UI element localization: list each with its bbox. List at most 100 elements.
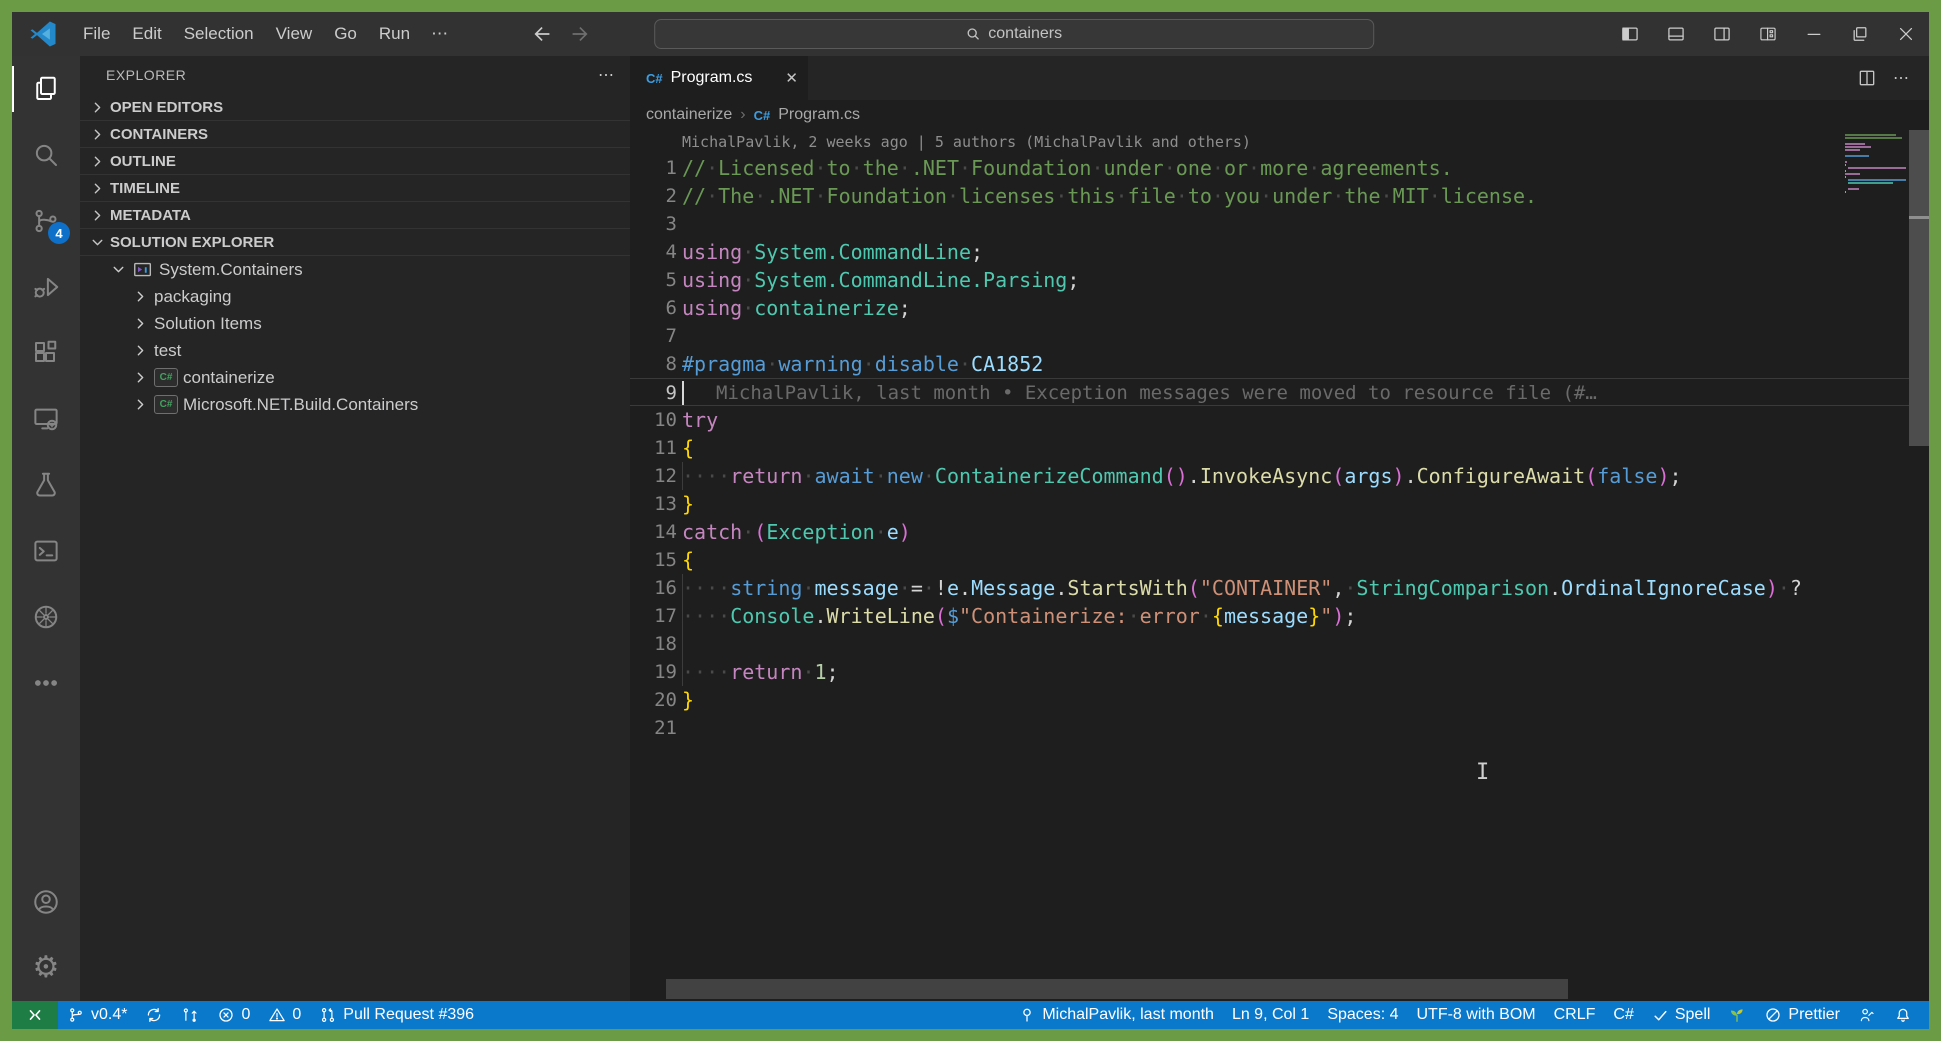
remote-indicator[interactable] <box>12 1001 58 1029</box>
breadcrumb-folder[interactable]: containerize <box>646 106 732 124</box>
branch-status[interactable]: v0.4* <box>58 1001 136 1029</box>
vertical-scrollbar-thumb[interactable] <box>1909 130 1929 446</box>
blame-status[interactable]: MichalPavlik, last month <box>1009 1001 1223 1029</box>
code-line[interactable]: 17····Console.WriteLine($"Containerize:·… <box>630 602 1929 630</box>
activity-testing-button[interactable] <box>12 452 80 518</box>
codelens-authors[interactable]: MichalPavlik, 2 weeks ago | 5 authors (M… <box>630 130 1929 154</box>
code-line[interactable]: 9MichalPavlik, last month • Exception me… <box>630 378 1929 406</box>
breadcrumb[interactable]: containerize › C# Program.cs <box>630 100 1929 130</box>
menu-item-run[interactable]: Run <box>368 20 421 48</box>
tree-item-solution-items[interactable]: Solution Items <box>80 310 630 337</box>
code-line[interactable]: 15{ <box>630 546 1929 574</box>
back-button[interactable] <box>532 23 554 45</box>
tree-item-containerize[interactable]: C#containerize <box>80 364 630 391</box>
solution-explorer-tree: System.ContainerspackagingSolution Items… <box>80 256 630 418</box>
layout-sidebar-left-icon[interactable] <box>1607 12 1653 56</box>
csharp-project-icon: C# <box>154 395 178 414</box>
code-line[interactable]: 8#pragma·warning·disable·CA1852 <box>630 350 1929 378</box>
split-editor-icon[interactable] <box>1857 68 1877 88</box>
activity-settings-button[interactable]: ⚙ <box>12 935 80 1001</box>
tab-program-cs[interactable]: C# Program.cs ✕ <box>630 56 808 100</box>
restore-icon[interactable] <box>1837 12 1883 56</box>
spell-checker[interactable]: Spell <box>1643 1001 1720 1029</box>
code-line[interactable]: 7 <box>630 322 1929 350</box>
section-outline[interactable]: OUTLINE <box>80 148 630 175</box>
horizontal-scrollbar-thumb[interactable] <box>666 979 1568 999</box>
sync-status[interactable] <box>136 1001 172 1029</box>
indentation[interactable]: Spaces: 4 <box>1318 1001 1407 1029</box>
chevron-right-icon <box>132 288 149 305</box>
sidebar-more-button[interactable]: ⋯ <box>598 65 616 85</box>
cursor-position[interactable]: Ln 9, Col 1 <box>1223 1001 1318 1029</box>
code-line[interactable]: 13} <box>630 490 1929 518</box>
errors-status[interactable]: 0 <box>208 1001 259 1029</box>
code-line[interactable]: 12····return·await·new·ContainerizeComma… <box>630 462 1929 490</box>
section-timeline[interactable]: TIMELINE <box>80 175 630 202</box>
tree-item-test[interactable]: test <box>80 337 630 364</box>
prettier-status[interactable]: Prettier <box>1755 1001 1849 1029</box>
activity-accounts-button[interactable] <box>12 869 80 935</box>
code-line[interactable]: 21 <box>630 714 1929 742</box>
menu-item-view[interactable]: View <box>265 20 324 48</box>
code-line[interactable]: 5using·System.CommandLine.Parsing; <box>630 266 1929 294</box>
code-line[interactable]: 1//·Licensed·to·the·.NET·Foundation·unde… <box>630 154 1929 182</box>
code-line[interactable]: 19····return·1; <box>630 658 1929 686</box>
code-line[interactable]: 3 <box>630 210 1929 238</box>
activity-azure-button[interactable] <box>12 584 80 650</box>
encoding[interactable]: UTF-8 with BOM <box>1407 1001 1544 1029</box>
minimize-icon[interactable] <box>1791 12 1837 56</box>
section-open-editors[interactable]: OPEN EDITORS <box>80 94 630 121</box>
feedback[interactable] <box>1849 1001 1885 1029</box>
tab-close-icon[interactable]: ✕ <box>785 69 798 87</box>
code-line[interactable]: 4using·System.CommandLine; <box>630 238 1929 266</box>
tree-item-packaging[interactable]: packaging <box>80 283 630 310</box>
warnings-status[interactable]: 0 <box>259 1001 310 1029</box>
pull-request-status[interactable]: Pull Request #396 <box>310 1001 483 1029</box>
code-editor[interactable]: MichalPavlik, 2 weeks ago | 5 authors (M… <box>630 130 1929 1001</box>
menu-item-edit[interactable]: Edit <box>121 20 172 48</box>
tree-item-system-containers[interactable]: System.Containers <box>80 256 630 283</box>
breadcrumb-file[interactable]: Program.cs <box>778 106 860 124</box>
activity-remote-explorer-button[interactable] <box>12 386 80 452</box>
code-line[interactable]: 11{ <box>630 434 1929 462</box>
activity-explorer-button[interactable] <box>12 56 80 122</box>
code-line[interactable]: 6using·containerize; <box>630 294 1929 322</box>
eol[interactable]: CRLF <box>1545 1001 1605 1029</box>
code-line[interactable]: 10try <box>630 406 1929 434</box>
command-center-search[interactable]: containers <box>654 19 1374 49</box>
menu-item-go[interactable]: Go <box>323 20 368 48</box>
activity-run-debug-button[interactable] <box>12 254 80 320</box>
code-line[interactable]: 2//·The·.NET·Foundation·licenses·this·fi… <box>630 182 1929 210</box>
breadcrumb-separator-icon: › <box>740 106 745 124</box>
activity-search-button[interactable] <box>12 122 80 188</box>
minimap[interactable] <box>1845 134 1907 197</box>
section-containers[interactable]: CONTAINERS <box>80 121 630 148</box>
code-line[interactable]: 18 <box>630 630 1929 658</box>
code-line[interactable]: 14catch·(Exception·e) <box>630 518 1929 546</box>
activity-extensions-button[interactable] <box>12 320 80 386</box>
menu-item-selection[interactable]: Selection <box>173 20 265 48</box>
layout-customize-icon[interactable] <box>1745 12 1791 56</box>
code-line[interactable]: 16····string·message·=·!e.Message.Starts… <box>630 574 1929 602</box>
tree-item-label: containerize <box>183 368 275 388</box>
sprout-status[interactable] <box>1719 1001 1755 1029</box>
activity-source-control-button[interactable]: 4 <box>12 188 80 254</box>
activity-more-button[interactable] <box>12 650 80 716</box>
vertical-scrollbar[interactable] <box>1909 130 1929 1001</box>
menu-item-file[interactable]: File <box>72 20 121 48</box>
compare-status[interactable] <box>172 1001 208 1029</box>
more-actions-icon[interactable]: ⋯ <box>1893 68 1911 88</box>
tree-item-microsoft-net-build-containers[interactable]: C#Microsoft.NET.Build.Containers <box>80 391 630 418</box>
close-icon[interactable] <box>1883 12 1929 56</box>
forward-button[interactable] <box>568 23 590 45</box>
language-mode[interactable]: C# <box>1604 1001 1642 1029</box>
notifications[interactable] <box>1885 1001 1921 1029</box>
layout-sidebar-right-icon[interactable] <box>1699 12 1745 56</box>
section-metadata[interactable]: METADATA <box>80 202 630 229</box>
menu-more-button[interactable]: ⋯ <box>421 24 460 44</box>
section-solution-explorer[interactable]: SOLUTION EXPLORER <box>80 229 630 256</box>
layout-panel-icon[interactable] <box>1653 12 1699 56</box>
code-line[interactable]: 20} <box>630 686 1929 714</box>
activity-terminal-button[interactable] <box>12 518 80 584</box>
code-lines: 1//·Licensed·to·the·.NET·Foundation·unde… <box>630 154 1929 742</box>
